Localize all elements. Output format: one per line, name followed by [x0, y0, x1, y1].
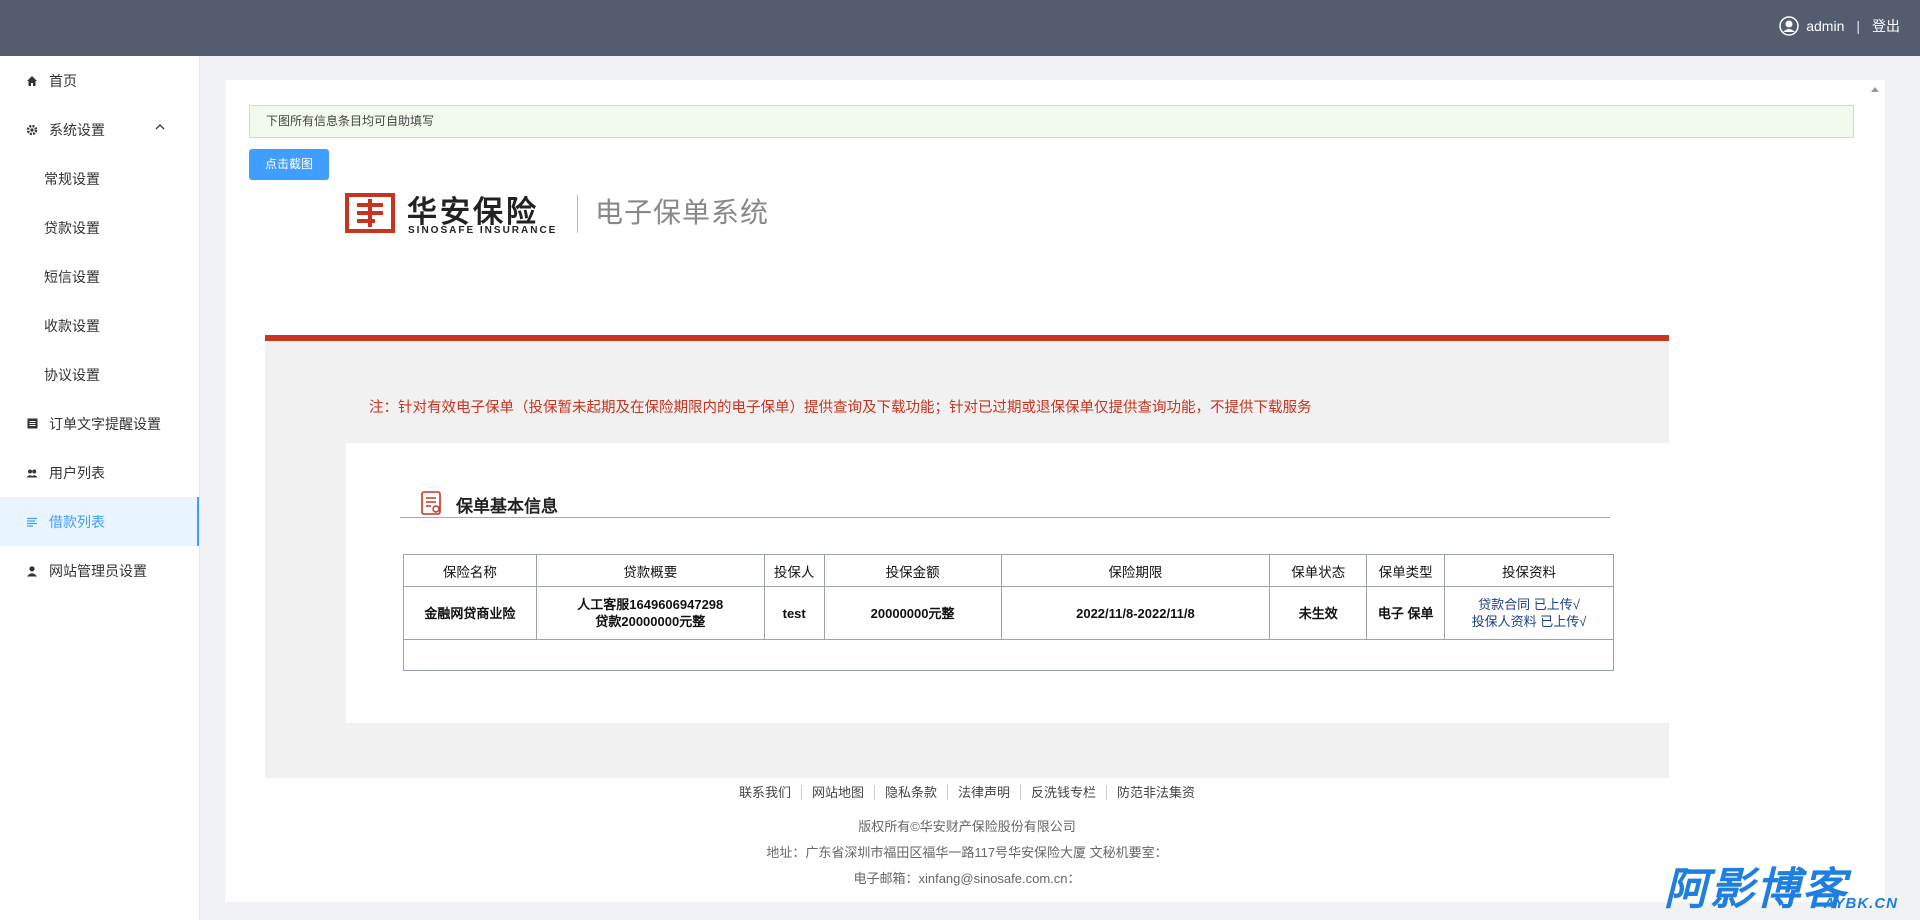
sidebar-item-loan-list[interactable]: 借款列表 — [0, 497, 199, 546]
top-bar: admin | 登出 — [0, 0, 1920, 56]
insured-party: test — [763, 586, 825, 640]
sinosafe-logo-icon — [345, 193, 395, 233]
brand-name-en: SINOSAFE INSURANCE — [408, 225, 558, 236]
sidebar-item-payment-settings[interactable]: 收款设置 — [0, 301, 199, 350]
sidebar-item-label: 收款设置 — [44, 317, 100, 334]
brand-divider — [577, 195, 578, 233]
gear-icon — [25, 123, 39, 137]
column-header: 保险期限 — [1000, 554, 1271, 587]
table-row-empty — [403, 639, 1614, 671]
table-row: 金融网贷商业险 人工客服1649606947298 贷款20000000元整 t… — [403, 586, 1614, 640]
column-header: 投保资料 — [1444, 554, 1614, 587]
watermark-domain: AYBK.CN — [1823, 895, 1898, 912]
column-header: 贷款概要 — [535, 554, 765, 587]
sidebar-item-admin-settings[interactable]: 网站管理员设置 — [0, 546, 199, 595]
sidebar-item-label: 常规设置 — [44, 170, 100, 187]
user-icon — [25, 564, 39, 578]
document-status-line: 投保人资料 已上传√ — [1471, 614, 1587, 629]
column-header: 保险名称 — [403, 554, 537, 587]
user-avatar-icon[interactable] — [1779, 16, 1799, 36]
logo-row: 华安保险 SINOSAFE INSURANCE 电子保单系统 — [265, 183, 1669, 245]
footer-address: 地址：广东省深圳市福田区福华一路117号华安保险大厦 文秘机要室： — [766, 845, 1168, 860]
logout-link[interactable]: 登出 — [1872, 16, 1900, 36]
empty-cell — [403, 639, 1614, 671]
footer-email: 电子邮箱：xinfang@sinosafe.com.cn： — [853, 871, 1081, 886]
footer-link-anti-money-laundering[interactable]: 反洗钱专栏 — [1020, 785, 1107, 800]
sidebar-item-label: 短信设置 — [44, 268, 100, 285]
header-separator: | — [1856, 18, 1860, 34]
sidebar-item-label: 网站管理员设置 — [49, 562, 147, 579]
column-header: 投保人 — [763, 554, 825, 587]
notice-banner: 下图所有信息条目均可自助填写 — [249, 105, 1854, 138]
loan-summary-line: 贷款20000000元整 — [595, 614, 706, 629]
column-header: 保单状态 — [1269, 554, 1368, 587]
sidebar-item-label: 订单文字提醒设置 — [49, 415, 161, 432]
column-header: 投保金额 — [823, 554, 1002, 587]
sidebar-menu: 首页 系统设置 常规设置 贷款设置 短信设置 收款设置 协议设置 订单文字提醒设… — [0, 56, 199, 595]
insurance-documents: 贷款合同 已上传√ 投保人资料 已上传√ — [1444, 586, 1614, 640]
sidebar-item-label: 协议设置 — [44, 366, 100, 383]
main-panel: 下图所有信息条目均可自助填写 点击截图 华安保险 SINOSAFE INSURA… — [225, 80, 1885, 902]
footer-copyright: 版权所有©华安财产保险股份有限公司 — [858, 819, 1076, 834]
sidebar: 首页 系统设置 常规设置 贷款设置 短信设置 收款设置 协议设置 订单文字提醒设… — [0, 56, 200, 920]
column-header: 保单类型 — [1366, 554, 1446, 587]
document-icon — [421, 491, 441, 515]
policy-document: 华安保险 SINOSAFE INSURANCE 电子保单系统 注：针对有效电子保… — [265, 183, 1669, 886]
sidebar-item-label: 用户列表 — [49, 464, 105, 481]
sidebar-item-order-reminder[interactable]: 订单文字提醒设置 — [0, 399, 199, 448]
insured-amount: 20000000元整 — [823, 586, 1002, 640]
footer-link-contact[interactable]: 联系我们 — [729, 785, 801, 800]
sidebar-item-home[interactable]: 首页 — [0, 56, 199, 105]
sidebar-item-agreement-settings[interactable]: 协议设置 — [0, 350, 199, 399]
screenshot-button[interactable]: 点击截图 — [249, 149, 329, 180]
footer-link-sitemap[interactable]: 网站地图 — [800, 785, 874, 800]
footer-link-illegal-fundraising[interactable]: 防范非法集资 — [1106, 785, 1206, 800]
list-icon — [25, 417, 39, 431]
sidebar-item-system-settings[interactable]: 系统设置 — [0, 105, 199, 154]
home-icon — [25, 74, 39, 88]
sidebar-item-label: 贷款设置 — [44, 219, 100, 236]
footer-link-privacy[interactable]: 隐私条款 — [873, 785, 947, 800]
system-title: 电子保单系统 — [595, 197, 770, 228]
user-menu: admin | 登出 — [1779, 16, 1900, 36]
section-header: 保单基本信息 — [400, 488, 1610, 518]
policy-table: 保险名称 贷款概要 投保人 投保金额 保险期限 保单状态 保单类型 投保资料 金… — [403, 554, 1614, 671]
sidebar-item-label: 借款列表 — [49, 513, 105, 530]
username[interactable]: admin — [1806, 18, 1844, 34]
insurance-name: 金融网贷商业险 — [403, 586, 537, 640]
chevron-up-icon[interactable] — [155, 123, 165, 131]
sidebar-item-label: 系统设置 — [49, 121, 105, 138]
watermark: 阿影博客 AYBK.CN — [1664, 853, 1904, 915]
sidebar-item-loan-settings[interactable]: 贷款设置 — [0, 203, 199, 252]
policy-content-area: 注：针对有效电子保单（投保暂未起期及在保险期限内的电子保单）提供查询及下载功能；… — [265, 341, 1669, 778]
sidebar-item-sms-settings[interactable]: 短信设置 — [0, 252, 199, 301]
policy-warning: 注：针对有效电子保单（投保暂未起期及在保险期限内的电子保单）提供查询及下载功能；… — [369, 400, 1312, 416]
policy-status: 未生效 — [1269, 586, 1368, 640]
footer-links: 联系我们 网站地图 隐私条款 法律声明 反洗钱专栏 防范非法集资 — [265, 778, 1669, 808]
insurance-period: 2022/11/8-2022/11/8 — [1000, 586, 1271, 640]
users-icon — [25, 466, 39, 480]
section-title: 保单基本信息 — [456, 497, 558, 516]
loan-summary: 人工客服1649606947298 贷款20000000元整 — [535, 586, 765, 640]
footer-link-legal[interactable]: 法律声明 — [947, 785, 1021, 800]
sidebar-item-user-list[interactable]: 用户列表 — [0, 448, 199, 497]
sidebar-item-general-settings[interactable]: 常规设置 — [0, 154, 199, 203]
loan-summary-line: 人工客服1649606947298 — [577, 597, 724, 612]
policy-type: 电子 保单 — [1366, 586, 1446, 640]
sidebar-item-label: 首页 — [49, 72, 77, 89]
policy-info-box: 保单基本信息 保险名称 贷款概要 投保人 投保金额 保险期限 保单状态 保单类型… — [346, 443, 1669, 723]
watermark-text: 阿影博客 — [1664, 864, 1848, 915]
scroll-up-icon[interactable] — [1871, 86, 1879, 92]
menu-lines-icon — [25, 515, 39, 529]
document-status-line: 贷款合同 已上传√ — [1478, 597, 1580, 612]
table-header-row: 保险名称 贷款概要 投保人 投保金额 保险期限 保单状态 保单类型 投保资料 — [403, 554, 1614, 587]
